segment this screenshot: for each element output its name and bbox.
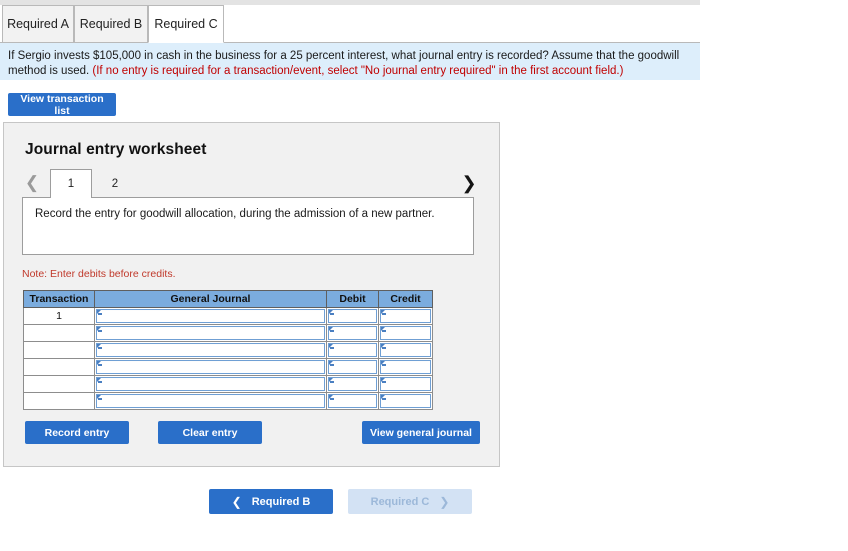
tab-required-c-label: Required C	[154, 17, 218, 31]
credit-input[interactable]	[380, 377, 431, 391]
cell-credit[interactable]	[378, 341, 433, 359]
credit-input[interactable]	[380, 326, 431, 340]
general-journal-input[interactable]	[96, 326, 325, 340]
credit-input[interactable]	[380, 394, 431, 408]
cell-general-journal[interactable]	[94, 341, 327, 359]
table-row	[23, 392, 433, 410]
clear-entry-button[interactable]: Clear entry	[158, 421, 262, 444]
debit-input[interactable]	[328, 309, 377, 323]
cell-general-journal[interactable]	[94, 392, 327, 410]
journal-entry-table: Transaction General Journal Debit Credit…	[23, 290, 433, 410]
tab-required-c[interactable]: Required C	[148, 5, 224, 43]
tab-required-b[interactable]: Required B	[74, 5, 148, 43]
next-required-c-button[interactable]: Required C ❯	[348, 489, 472, 514]
column-header-general-journal: General Journal	[94, 290, 327, 308]
chevron-left-icon[interactable]: ❮	[22, 172, 42, 194]
worksheet-description-box: Record the entry for goodwill allocation…	[22, 197, 474, 255]
column-header-credit: Credit	[378, 290, 433, 308]
prev-required-b-button[interactable]: ❮ Required B	[209, 489, 333, 514]
worksheet-page-1[interactable]: 1	[50, 169, 92, 198]
general-journal-input[interactable]	[96, 343, 325, 357]
cell-general-journal[interactable]	[94, 358, 327, 376]
debit-input[interactable]	[328, 343, 377, 357]
table-row	[23, 324, 433, 342]
debit-input[interactable]	[328, 377, 377, 391]
debit-input[interactable]	[328, 394, 377, 408]
tab-required-a[interactable]: Required A	[2, 5, 74, 43]
cell-credit[interactable]	[378, 324, 433, 342]
credit-input[interactable]	[380, 343, 431, 357]
cell-transaction	[23, 341, 95, 359]
worksheet-page-1-label: 1	[67, 178, 75, 190]
view-transaction-list-label: View transaction list	[20, 92, 104, 117]
cell-general-journal[interactable]	[94, 324, 327, 342]
worksheet-pager: ❮ 1 2 ❯	[22, 169, 484, 198]
worksheet-page-2[interactable]: 2	[94, 169, 136, 198]
journal-entry-panel: Journal entry worksheet ❮ 1 2 ❯ Record t…	[3, 122, 500, 467]
cell-transaction	[23, 358, 95, 376]
debit-input[interactable]	[328, 326, 377, 340]
record-entry-label: Record entry	[44, 426, 110, 439]
table-row	[23, 375, 433, 393]
cell-debit[interactable]	[326, 324, 379, 342]
credit-input[interactable]	[380, 309, 431, 323]
next-required-c-label: Required C	[370, 495, 430, 508]
cell-general-journal[interactable]	[94, 307, 327, 325]
general-journal-input[interactable]	[96, 377, 325, 391]
cell-transaction: 1	[23, 307, 95, 325]
required-tabstrip: Required A Required B Required C	[0, 5, 700, 43]
cell-credit[interactable]	[378, 358, 433, 376]
page-title: Journal entry worksheet	[25, 141, 207, 158]
cell-transaction	[23, 375, 95, 393]
chevron-left-icon: ❮	[231, 494, 242, 509]
view-general-journal-button[interactable]: View general journal	[362, 421, 480, 444]
chevron-right-icon[interactable]: ❯	[459, 172, 479, 194]
cell-general-journal[interactable]	[94, 375, 327, 393]
table-row	[23, 341, 433, 359]
cell-debit[interactable]	[326, 358, 379, 376]
debit-input[interactable]	[328, 360, 377, 374]
credit-input[interactable]	[380, 360, 431, 374]
column-header-debit: Debit	[326, 290, 379, 308]
table-header-row: Transaction General Journal Debit Credit	[23, 290, 433, 308]
prev-required-b-label: Required B	[251, 495, 311, 508]
table-row	[23, 358, 433, 376]
cell-credit[interactable]	[378, 392, 433, 410]
chevron-right-icon: ❯	[439, 494, 450, 509]
question-banner: If Sergio invests $105,000 in cash in th…	[0, 43, 700, 80]
tab-required-a-label: Required A	[7, 17, 69, 31]
record-entry-button[interactable]: Record entry	[25, 421, 129, 444]
view-transaction-list-button[interactable]: View transaction list	[8, 92, 116, 117]
cell-debit[interactable]	[326, 375, 379, 393]
cell-credit[interactable]	[378, 375, 433, 393]
question-hint: (If no entry is required for a transacti…	[92, 65, 624, 77]
page-root: Required A Required B Required C If Serg…	[0, 0, 848, 551]
cell-debit[interactable]	[326, 341, 379, 359]
cell-transaction	[23, 392, 95, 410]
view-general-journal-label: View general journal	[370, 426, 472, 439]
cell-debit[interactable]	[326, 392, 379, 410]
cell-debit[interactable]	[326, 307, 379, 325]
table-row: 1	[23, 307, 433, 325]
tab-required-b-label: Required B	[79, 17, 143, 31]
general-journal-input[interactable]	[96, 394, 325, 408]
cell-credit[interactable]	[378, 307, 433, 325]
worksheet-page-2-label: 2	[111, 177, 119, 190]
debits-before-credits-note: Note: Enter debits before credits.	[22, 268, 176, 280]
worksheet-description: Record the entry for goodwill allocation…	[35, 208, 435, 220]
general-journal-input[interactable]	[96, 360, 325, 374]
general-journal-input[interactable]	[96, 309, 325, 323]
clear-entry-label: Clear entry	[182, 426, 238, 439]
column-header-transaction: Transaction	[23, 290, 95, 308]
cell-transaction	[23, 324, 95, 342]
